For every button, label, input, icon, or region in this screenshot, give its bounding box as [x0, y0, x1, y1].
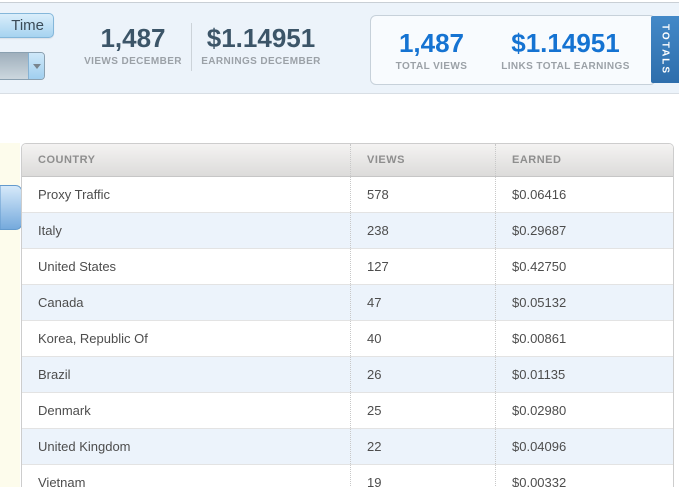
earnings-month-stat: $1.14951 EARNINGS DECEMBER — [198, 24, 324, 67]
cell-views: 40 — [350, 321, 495, 356]
views-month-stat: 1,487 VIEWS DECEMBER — [72, 24, 194, 67]
table-header-row: COUNTRY VIEWS EARNED — [22, 144, 673, 177]
table-row: Vietnam 19 $0.00332 — [22, 464, 673, 487]
stats-divider — [191, 23, 192, 71]
totals-tab-label: TOTALS — [659, 23, 671, 76]
cell-country: United Kingdom — [38, 439, 131, 454]
cell-earned: $0.01135 — [495, 357, 673, 392]
cell-views: 238 — [350, 213, 495, 248]
stats-page: Time 1,487 VIEWS DECEMBER $1.14951 EARNI… — [0, 0, 679, 487]
country-stats-table: COUNTRY VIEWS EARNED Proxy Traffic 578 $… — [21, 143, 674, 487]
cell-country: Denmark — [38, 403, 91, 418]
earnings-month-value: $1.14951 — [206, 23, 316, 53]
cell-country: Proxy Traffic — [38, 187, 111, 202]
table-row: Italy 238 $0.29687 — [22, 212, 673, 248]
total-earnings-label: LINKS TOTAL EARNINGS — [501, 61, 630, 72]
cell-views: 22 — [350, 429, 495, 464]
cell-country: Korea, Republic Of — [38, 331, 148, 346]
cell-views: 47 — [350, 285, 495, 320]
table-row: Denmark 25 $0.02980 — [22, 392, 673, 428]
table-row: Korea, Republic Of 40 $0.00861 — [22, 320, 673, 356]
chevron-down-icon — [32, 63, 41, 69]
cell-views: 25 — [350, 393, 495, 428]
total-earnings-value: $1.14951 — [511, 28, 620, 58]
period-select[interactable] — [0, 52, 45, 80]
cell-country: Brazil — [38, 367, 71, 382]
cell-earned: $0.02980 — [495, 393, 673, 428]
table-row: United Kingdom 22 $0.04096 — [22, 428, 673, 464]
cell-earned: $0.04096 — [495, 429, 673, 464]
cell-country: United States — [38, 259, 117, 274]
cell-views: 578 — [350, 177, 495, 212]
table-row: United States 127 $0.42750 — [22, 248, 673, 284]
views-month-label: VIEWS DECEMBER — [84, 56, 182, 67]
cell-earned: $0.06416 — [495, 177, 673, 212]
period-select-arrow[interactable] — [28, 53, 44, 79]
cell-country: Canada — [38, 295, 84, 310]
cell-earned: $0.00861 — [495, 321, 673, 356]
table-row: Brazil 26 $0.01135 — [22, 356, 673, 392]
totals-tab[interactable]: TOTALS — [651, 16, 679, 83]
cell-country: Italy — [38, 223, 62, 238]
cell-country: Vietnam — [38, 475, 86, 487]
total-earnings-stat: $1.14951 LINKS TOTAL EARNINGS — [483, 29, 648, 72]
total-views-label: TOTAL VIEWS — [395, 61, 468, 72]
earnings-month-label: EARNINGS DECEMBER — [201, 56, 321, 67]
stats-topbar: Time 1,487 VIEWS DECEMBER $1.14951 EARNI… — [0, 3, 679, 94]
cell-views: 26 — [350, 357, 495, 392]
period-select-value — [0, 53, 28, 79]
column-header-country: COUNTRY — [38, 154, 96, 166]
total-views-stat: 1,487 TOTAL VIEWS — [379, 29, 484, 72]
time-filter-button[interactable]: Time — [0, 13, 54, 38]
cell-earned: $0.00332 — [495, 465, 673, 487]
cell-earned: $0.29687 — [495, 213, 673, 248]
totals-panel: 1,487 TOTAL VIEWS $1.14951 LINKS TOTAL E… — [370, 15, 656, 85]
cell-views: 127 — [350, 249, 495, 284]
table-row: Canada 47 $0.05132 — [22, 284, 673, 320]
cell-earned: $0.42750 — [495, 249, 673, 284]
cell-earned: $0.05132 — [495, 285, 673, 320]
column-header-earned: EARNED — [495, 144, 673, 176]
table-row: Proxy Traffic 578 $0.06416 — [22, 177, 673, 212]
cell-views: 19 — [350, 465, 495, 487]
views-month-value: 1,487 — [100, 23, 166, 53]
total-views-value: 1,487 — [398, 28, 465, 58]
column-header-views: VIEWS — [350, 144, 495, 176]
